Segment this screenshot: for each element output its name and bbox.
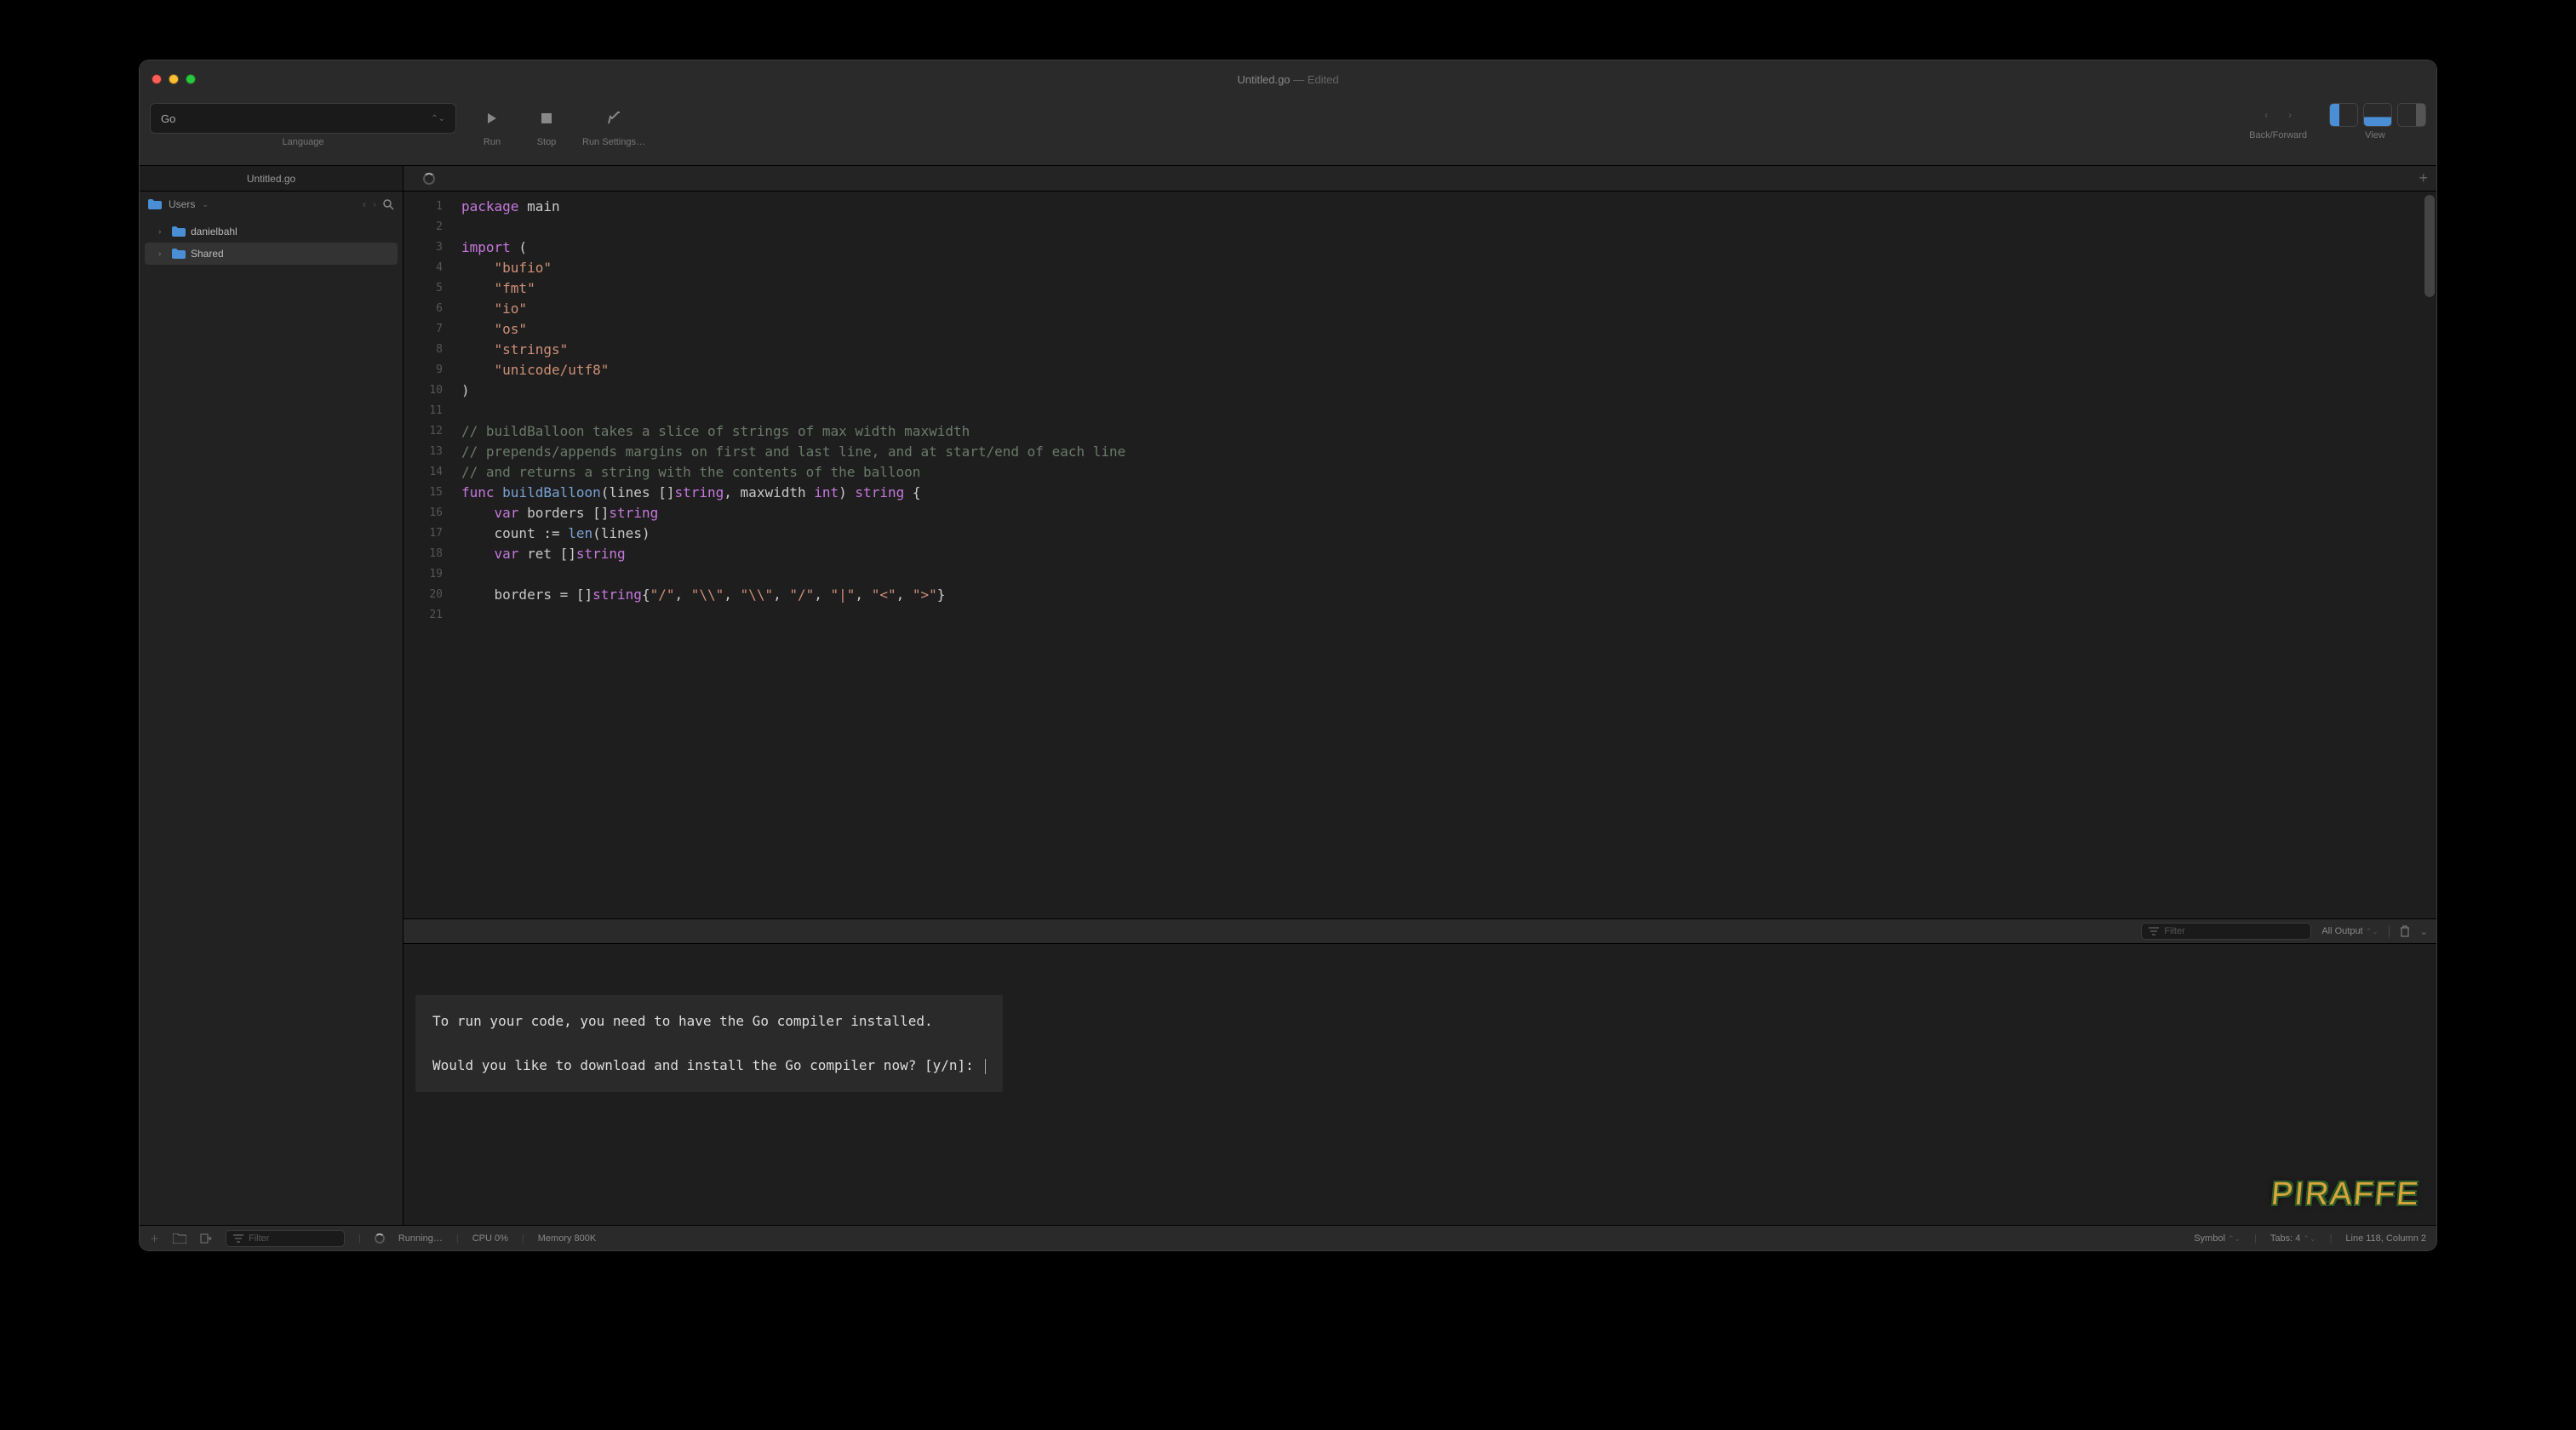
sidebar-filter-placeholder: Filter — [249, 1233, 269, 1244]
language-label: Language — [283, 137, 324, 147]
toggle-right-panel-button[interactable] — [2397, 103, 2426, 127]
chevron-updown-icon: ⌃⌄ — [2366, 927, 2379, 935]
chevron-down-icon[interactable]: ⌄ — [2420, 926, 2428, 937]
file-tree: › danielbahl › Shared — [140, 217, 403, 268]
search-icon[interactable] — [383, 199, 394, 210]
tree-item-shared[interactable]: › Shared — [145, 243, 398, 265]
toolbar: Go ⌃⌄ Language Run Stop Run Settings… — [140, 98, 2436, 166]
console-filter-input[interactable]: Filter — [2141, 923, 2311, 940]
text-cursor — [985, 1059, 986, 1074]
sidebar-root-label[interactable]: Users — [169, 198, 195, 210]
minimize-window-button[interactable] — [169, 74, 179, 84]
language-value: Go — [161, 112, 175, 125]
code-content[interactable]: package main import ( "bufio" "fmt" "io"… — [451, 192, 2436, 918]
tree-item-label: Shared — [191, 248, 224, 260]
disclosure-icon[interactable]: › — [158, 249, 167, 259]
status-cpu: CPU 0% — [472, 1233, 508, 1244]
app-window: Untitled.go — Edited Go ⌃⌄ Language Run … — [139, 60, 2437, 1251]
sidebar-header: Users ⌄ ‹ › — [140, 192, 403, 217]
status-bar: ＋ Filter | Running… | CPU 0% | Memory 80… — [140, 1225, 2436, 1250]
folder-icon — [172, 226, 186, 237]
view-label: View — [2365, 130, 2385, 140]
trash-icon[interactable] — [2400, 925, 2410, 937]
tab-label: Untitled.go — [247, 173, 295, 185]
spinner-icon — [423, 173, 435, 185]
tree-item-danielbahl[interactable]: › danielbahl — [145, 220, 398, 243]
disclosure-icon[interactable]: › — [158, 227, 167, 237]
title-edited-suffix: — Edited — [1291, 73, 1339, 86]
titlebar: Untitled.go — Edited — [140, 60, 2436, 98]
tree-item-label: danielbahl — [191, 226, 238, 237]
close-window-button[interactable] — [152, 74, 162, 84]
main-area: Users ⌄ ‹ › › danielbahl › — [140, 192, 2436, 1225]
back-button[interactable]: ‹ — [2254, 103, 2278, 127]
nav-back-icon[interactable]: ‹ — [363, 198, 366, 210]
chevron-updown-icon: ⌃⌄ — [431, 114, 445, 123]
zoom-window-button[interactable] — [186, 74, 196, 84]
console-prompt-box: To run your code, you need to have the G… — [415, 995, 1003, 1092]
stop-button[interactable] — [528, 103, 565, 134]
run-label: Run — [484, 137, 501, 147]
chevron-updown-icon: ⌃⌄ — [2303, 1234, 2316, 1243]
console-line-1: To run your code, you need to have the G… — [432, 1010, 986, 1032]
add-file-button[interactable]: ＋ — [150, 1232, 159, 1245]
chevron-down-icon: ⌄ — [202, 200, 209, 209]
brand-logo: PIRAFFE — [2270, 1176, 2421, 1213]
chevron-updown-icon: ⌃⌄ — [2228, 1234, 2241, 1243]
title-filename: Untitled.go — [1237, 73, 1290, 86]
console-output[interactable]: To run your code, you need to have the G… — [404, 944, 2436, 1225]
nav-forward-icon[interactable]: › — [373, 198, 376, 210]
run-settings-button[interactable] — [595, 103, 633, 134]
file-sidebar: Users ⌄ ‹ › › danielbahl › — [140, 192, 404, 1225]
console-line-2: Would you like to download and install t… — [432, 1057, 982, 1073]
toggle-left-panel-button[interactable] — [2329, 103, 2358, 127]
tab-bar: Untitled.go + — [140, 166, 2436, 192]
status-memory: Memory 800K — [538, 1233, 596, 1244]
symbol-select[interactable]: Symbol ⌃⌄ — [2194, 1233, 2241, 1244]
vertical-scrollbar[interactable] — [2424, 195, 2435, 297]
cursor-position: Line 118, Column 2 — [2345, 1233, 2426, 1244]
run-settings-label: Run Settings… — [582, 137, 645, 147]
filter-placeholder: Filter — [2164, 926, 2184, 936]
language-select[interactable]: Go ⌃⌄ — [150, 103, 456, 134]
traffic-lights — [152, 74, 196, 84]
toggle-bottom-panel-button[interactable] — [2363, 103, 2392, 127]
forward-button[interactable]: › — [2278, 103, 2302, 127]
backforward-label: Back/Forward — [2249, 130, 2307, 140]
console-toolbar: Filter All Output ⌃⌄ ⌄ — [404, 918, 2436, 944]
tabs-select[interactable]: Tabs: 4 ⌃⌄ — [2270, 1233, 2316, 1244]
code-editor[interactable]: 123456789101112131415161718192021 packag… — [404, 192, 2436, 918]
filter-icon — [2149, 927, 2159, 935]
stop-label: Stop — [537, 137, 557, 147]
tab-active[interactable]: Untitled.go — [140, 166, 404, 191]
spinner-icon — [375, 1233, 385, 1244]
new-folder-icon[interactable] — [173, 1233, 186, 1244]
status-running: Running… — [398, 1233, 443, 1244]
export-icon[interactable] — [200, 1233, 212, 1244]
line-gutter: 123456789101112131415161718192021 — [404, 192, 451, 918]
editor-area: 123456789101112131415161718192021 packag… — [404, 192, 2436, 1225]
folder-icon — [172, 249, 186, 259]
filter-icon — [233, 1234, 243, 1243]
run-button[interactable] — [473, 103, 511, 134]
add-tab-button[interactable]: + — [2419, 169, 2428, 187]
output-mode-select[interactable]: All Output ⌃⌄ — [2321, 926, 2378, 936]
folder-icon — [148, 199, 162, 209]
sidebar-filter-input[interactable]: Filter — [226, 1230, 345, 1247]
window-title: Untitled.go — Edited — [140, 73, 2436, 86]
